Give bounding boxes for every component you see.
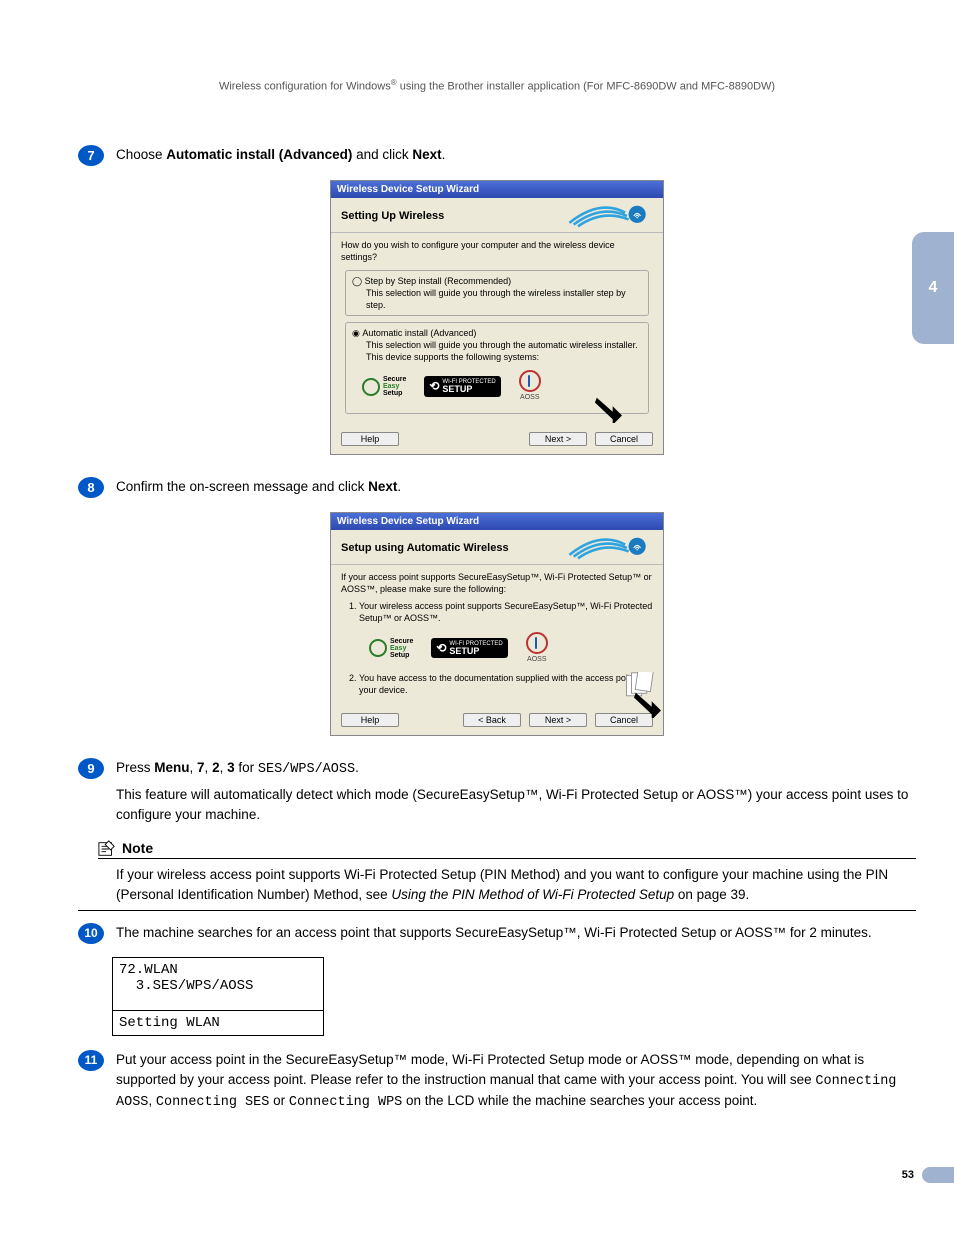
step-8-text: Confirm the on-screen message and click … [116,477,916,497]
note-title: Note [122,840,153,856]
note-icon [98,840,116,856]
cancel-button[interactable]: Cancel [595,432,653,446]
wifi-swoop-icon [563,536,653,560]
dialog-title: Wireless Device Setup Wizard [331,513,663,530]
aoss-logo: AOSS [526,632,548,664]
note-block: Note If your wireless access point suppo… [78,840,916,911]
dialog-heading: Setting Up Wireless [341,210,444,222]
step-9: 9 Press Menu, 7, 2, 3 for SES/WPS/AOSS. … [78,758,916,831]
dialog-heading: Setup using Automatic Wireless [341,542,509,554]
step-7: 7 Choose Automatic install (Advanced) an… [78,145,916,171]
dialog-setting-up-wireless: Wireless Device Setup Wizard Setting Up … [330,180,664,455]
step-7-text: Choose Automatic install (Advanced) and … [116,145,916,165]
step-8: 8 Confirm the on-screen message and clic… [78,477,916,503]
checklist-item-2: You have access to the documentation sup… [359,672,653,696]
page-number-bar [922,1167,954,1183]
step-number: 10 [78,923,104,944]
help-button[interactable]: Help [341,432,399,446]
back-button[interactable]: < Back [463,713,521,727]
step-10-text: The machine searches for an access point… [116,923,916,943]
page-number: 53 [902,1169,914,1181]
aoss-logo: AOSS [519,370,541,402]
checklist-item-1: Your wireless access point supports Secu… [359,600,653,669]
radio-step-by-step[interactable]: ◯ Step by Step install (Recommended) Thi… [345,270,649,316]
next-button[interactable]: Next > [529,432,587,446]
dialog-question: How do you wish to configure your comput… [341,239,653,263]
divider [78,910,916,911]
arrow-icon [594,395,622,423]
running-header: Wireless configuration for Windows® usin… [78,78,916,93]
step-10: 10 The machine searches for an access po… [78,923,916,949]
step-11-text: Put your access point in the SecureEasyS… [116,1050,916,1113]
step-11: 11 Put your access point in the SecureEa… [78,1050,916,1119]
wifi-swoop-icon [563,204,653,228]
radio-automatic-install[interactable]: ◉ Automatic install (Advanced) This sele… [345,322,649,414]
note-body: If your wireless access point supports W… [116,865,916,904]
next-button[interactable]: Next > [529,713,587,727]
wifi-protected-setup-logo: ⟲ WI-FI PROTECTEDSETUP [424,376,500,396]
step-number: 11 [78,1050,104,1071]
wifi-protected-setup-logo: ⟲ WI-FI PROTECTEDSETUP [431,638,507,658]
secure-easy-setup-logo: SecureEasySetup [369,638,413,659]
help-button[interactable]: Help [341,713,399,727]
step-9-line1: Press Menu, 7, 2, 3 for SES/WPS/AOSS. [116,758,916,780]
secure-easy-setup-logo: SecureEasySetup [362,376,406,397]
step-number: 7 [78,145,104,166]
arrow-icon [633,690,661,718]
dialog-title: Wireless Device Setup Wizard [331,181,663,198]
lcd-display: 72.WLAN 3.SES/WPS/AOSS Setting WLAN [112,957,324,1036]
dialog-automatic-wireless: Wireless Device Setup Wizard Setup using… [330,512,664,735]
chapter-tab: 4 [912,232,954,344]
lcd-status: Setting WLAN [113,1011,323,1035]
step-9-line2: This feature will automatically detect w… [116,785,916,824]
step-number: 8 [78,477,104,498]
dialog-intro: If your access point supports SecureEasy… [341,571,653,595]
step-number: 9 [78,758,104,779]
